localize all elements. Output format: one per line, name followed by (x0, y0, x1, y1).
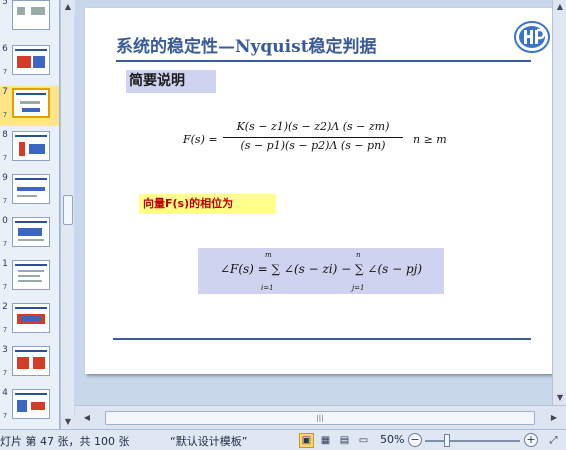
scroll-down-icon[interactable]: ▼ (553, 391, 566, 405)
slideshow-icon[interactable]: ▭ (356, 433, 371, 448)
slide-flag: 7 (2, 197, 8, 205)
phase-formula[interactable]: ∠F(s) = ∑ ∠(s − zi) − ∑ ∠(s − pj) m i=1 … (198, 248, 444, 294)
slide-number: 1 (2, 259, 8, 269)
thumbnail-image (12, 174, 50, 204)
bottom-divider (113, 338, 531, 340)
zoom-slider-track[interactable] (425, 440, 520, 442)
slide-flag: 7 (2, 68, 8, 76)
sum2-upper-limit: n (356, 251, 361, 259)
zoom-slider-handle[interactable] (444, 434, 450, 447)
scroll-down-icon[interactable]: ▼ (61, 415, 75, 429)
slide-number: 5 (2, 0, 8, 7)
slide-thumbnail[interactable]: 9 7 (0, 172, 59, 212)
scroll-up-icon[interactable]: ▲ (553, 0, 566, 14)
scroll-up-icon[interactable]: ▲ (61, 0, 75, 14)
slide-number: 6 (2, 44, 8, 54)
section-label[interactable]: 简要说明 (126, 70, 216, 93)
slide-thumbnail[interactable]: 0 7 (0, 215, 59, 255)
title-divider (116, 60, 531, 62)
thumbnail-image (12, 260, 50, 290)
transfer-function-formula[interactable]: F(s) = K(s − z1)(s − z2)Λ (s − zm) (s − … (183, 116, 453, 162)
fit-to-window-icon[interactable]: ⤢ (546, 433, 561, 448)
formula-condition: n ≥ m (413, 133, 447, 146)
formula-denominator: (s − p1)(s − p2)Λ (s − pn) (240, 139, 386, 152)
slide-flag: 7 (2, 283, 8, 291)
thumbnail-image (12, 217, 50, 247)
formula-fraction: K(s − z1)(s − z2)Λ (s − zm) (s − p1)(s −… (223, 120, 403, 155)
slide-flag: 7 (2, 154, 8, 162)
slide-thumbnail[interactable]: 1 7 (0, 258, 59, 298)
thumbnail-image (12, 0, 50, 30)
slide-thumbnail[interactable]: 5 (0, 0, 59, 36)
thumbnail-image (12, 303, 50, 333)
slide-thumbnail[interactable]: 4 7 (0, 387, 59, 427)
thumbnail-scrollbar[interactable]: ▲ ▼ (60, 0, 75, 429)
reading-view-icon[interactable]: ▤ (337, 433, 352, 448)
phase-formula-expression: ∠F(s) = ∑ ∠(s − zi) − ∑ ∠(s − pj) (219, 262, 423, 276)
slide-number: 0 (2, 216, 8, 226)
slide-number: 7 (2, 87, 8, 97)
thumbnail-image (12, 88, 50, 118)
slide-number: 2 (2, 302, 8, 312)
slide-thumbnail[interactable]: 2 7 (0, 301, 59, 341)
scroll-right-icon[interactable]: ▶ (547, 411, 561, 425)
scroll-left-icon[interactable]: ◀ (80, 411, 94, 425)
current-slide[interactable]: 系统的稳定性—Nyquist稳定判据 简要说明 F(s) = K(s − z1)… (85, 8, 554, 374)
formula-lhs: F(s) = (183, 133, 218, 146)
slide-thumbnail-selected[interactable]: 7 7 (0, 86, 59, 126)
slide-flag: 7 (2, 240, 8, 248)
scrollbar-thumb[interactable] (63, 195, 73, 225)
slide-flag: 7 (2, 369, 8, 377)
slide-flag: 7 (2, 326, 8, 334)
thumbnail-image (12, 45, 50, 75)
sum1-upper-limit: m (265, 251, 272, 259)
sum1-lower-limit: i=1 (261, 284, 274, 292)
slide-sorter-icon[interactable]: ▦ (318, 433, 333, 448)
thumbnail-image (12, 346, 50, 376)
slide-thumbnail[interactable]: 8 7 (0, 129, 59, 169)
zoom-level[interactable]: 50% (380, 433, 404, 446)
status-bar: 灯片 第 47 张，共 100 张 “默认设计模板” ▣ ▦ ▤ ▭ 50% −… (0, 429, 566, 450)
canvas-vertical-scrollbar[interactable]: ▲ ▼ (552, 0, 566, 405)
normal-view-icon[interactable]: ▣ (299, 433, 314, 448)
slide-thumbnail[interactable]: 6 7 (0, 43, 59, 83)
template-name[interactable]: “默认设计模板” (170, 433, 247, 449)
scrollbar-thumb[interactable]: ||| (105, 411, 535, 425)
sum2-lower-limit: j=1 (352, 284, 365, 292)
phase-label[interactable]: 向量F(s)的相位为 (139, 194, 276, 214)
canvas-horizontal-scrollbar[interactable]: ◀ ||| ▶ (75, 405, 566, 429)
slide-flag: 7 (2, 111, 8, 119)
slide-editing-canvas[interactable]: 系统的稳定性—Nyquist稳定判据 简要说明 F(s) = K(s − z1)… (75, 0, 566, 405)
slide-number: 8 (2, 130, 8, 140)
zoom-out-icon[interactable]: − (408, 433, 422, 447)
slide-thumbnail[interactable]: 3 7 (0, 344, 59, 384)
thumbnail-image (12, 131, 50, 161)
slide-number: 3 (2, 345, 8, 355)
zoom-in-icon[interactable]: + (524, 433, 538, 447)
university-logo-icon (514, 21, 550, 53)
slide-number: 4 (2, 388, 8, 398)
thumbnail-image (12, 389, 50, 419)
slide-thumbnail-pane[interactable]: 5 6 7 7 7 8 7 9 7 0 7 1 7 2 7 3 7 4 7 (0, 0, 60, 429)
fraction-bar (223, 137, 403, 138)
slide-title[interactable]: 系统的稳定性—Nyquist稳定判据 (116, 32, 377, 57)
formula-numerator: K(s − z1)(s − z2)Λ (s − zm) (236, 120, 390, 133)
slide-count-status: 灯片 第 47 张，共 100 张 (0, 435, 130, 448)
slide-number: 9 (2, 173, 8, 183)
slide-flag: 7 (2, 412, 8, 420)
